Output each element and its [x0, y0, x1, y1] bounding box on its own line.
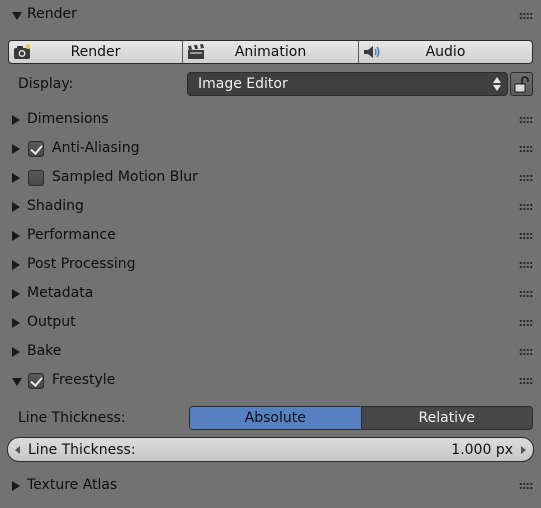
collapse-triangle-icon[interactable]: [12, 378, 22, 386]
line-thickness-mode-toggle: Absolute Relative: [189, 406, 533, 430]
section-metadata[interactable]: Metadata: [27, 285, 93, 301]
animation-button-label: Animation: [234, 44, 307, 60]
decrement-arrow-icon[interactable]: [15, 446, 20, 454]
camera-icon: [14, 44, 31, 59]
expand-triangle-icon[interactable]: [12, 173, 20, 183]
section-output[interactable]: Output: [27, 314, 76, 330]
section-sampled-motion-blur[interactable]: Sampled Motion Blur: [52, 169, 198, 185]
animation-button[interactable]: Animation: [182, 41, 358, 63]
render-button[interactable]: Render: [9, 41, 182, 63]
line-thickness-field[interactable]: Line Thickness: 1.000 px: [7, 437, 534, 462]
relative-option[interactable]: Relative: [360, 407, 532, 429]
freestyle-checkbox[interactable]: [28, 373, 44, 389]
checkmark-icon: [30, 374, 43, 387]
expand-triangle-icon[interactable]: [12, 202, 20, 212]
audio-button[interactable]: Audio: [358, 41, 532, 63]
section-shading[interactable]: Shading: [27, 198, 84, 214]
absolute-option[interactable]: Absolute: [190, 407, 361, 429]
expand-triangle-icon[interactable]: [12, 144, 20, 154]
display-select-value: Image Editor: [198, 76, 288, 92]
section-dimensions[interactable]: Dimensions: [27, 111, 109, 127]
section-post-processing[interactable]: Post Processing: [27, 256, 136, 272]
section-freestyle[interactable]: Freestyle: [52, 372, 115, 388]
line-thickness-value: 1.000 px: [451, 442, 513, 458]
select-arrows-icon: [493, 77, 501, 91]
panel-title[interactable]: Render: [27, 6, 77, 22]
drag-grip-icon[interactable]: [519, 377, 533, 385]
expand-triangle-icon[interactable]: [12, 347, 20, 357]
lock-icon: [514, 76, 529, 93]
display-select[interactable]: Image Editor: [187, 72, 508, 96]
speaker-icon: [364, 46, 380, 58]
section-performance[interactable]: Performance: [27, 227, 116, 243]
collapse-triangle-icon[interactable]: [12, 12, 22, 20]
drag-grip-icon[interactable]: [519, 319, 533, 327]
drag-grip-icon[interactable]: [519, 482, 533, 490]
drag-grip-icon[interactable]: [519, 348, 533, 356]
expand-triangle-icon[interactable]: [12, 115, 20, 125]
drag-grip-icon[interactable]: [519, 116, 533, 124]
display-label: Display:: [18, 76, 74, 92]
expand-triangle-icon[interactable]: [12, 318, 20, 328]
section-anti-aliasing[interactable]: Anti-Aliasing: [52, 140, 139, 156]
checkmark-icon: [30, 142, 43, 155]
drag-grip-icon[interactable]: [519, 232, 533, 240]
clapperboard-icon: [188, 44, 204, 59]
drag-grip-icon[interactable]: [519, 174, 533, 182]
drag-grip-icon[interactable]: [519, 261, 533, 269]
line-thickness-field-label: Line Thickness:: [28, 442, 136, 458]
expand-triangle-icon[interactable]: [12, 231, 20, 241]
expand-triangle-icon[interactable]: [12, 260, 20, 270]
lock-button[interactable]: [510, 72, 533, 96]
render-action-buttons: Render Animation Audio: [8, 40, 533, 64]
drag-grip-icon[interactable]: [519, 12, 533, 20]
drag-grip-icon[interactable]: [519, 145, 533, 153]
line-thickness-mode-label: Line Thickness:: [18, 410, 126, 426]
section-bake[interactable]: Bake: [27, 343, 61, 359]
expand-triangle-icon[interactable]: [12, 289, 20, 299]
sampled-motion-blur-checkbox[interactable]: [28, 170, 44, 186]
drag-grip-icon[interactable]: [519, 203, 533, 211]
drag-grip-icon[interactable]: [519, 290, 533, 298]
audio-button-label: Audio: [425, 44, 466, 60]
anti-aliasing-checkbox[interactable]: [28, 141, 44, 157]
section-texture-atlas[interactable]: Texture Atlas: [27, 477, 117, 493]
expand-triangle-icon[interactable]: [12, 481, 20, 491]
render-button-label: Render: [70, 44, 121, 60]
increment-arrow-icon[interactable]: [521, 446, 526, 454]
